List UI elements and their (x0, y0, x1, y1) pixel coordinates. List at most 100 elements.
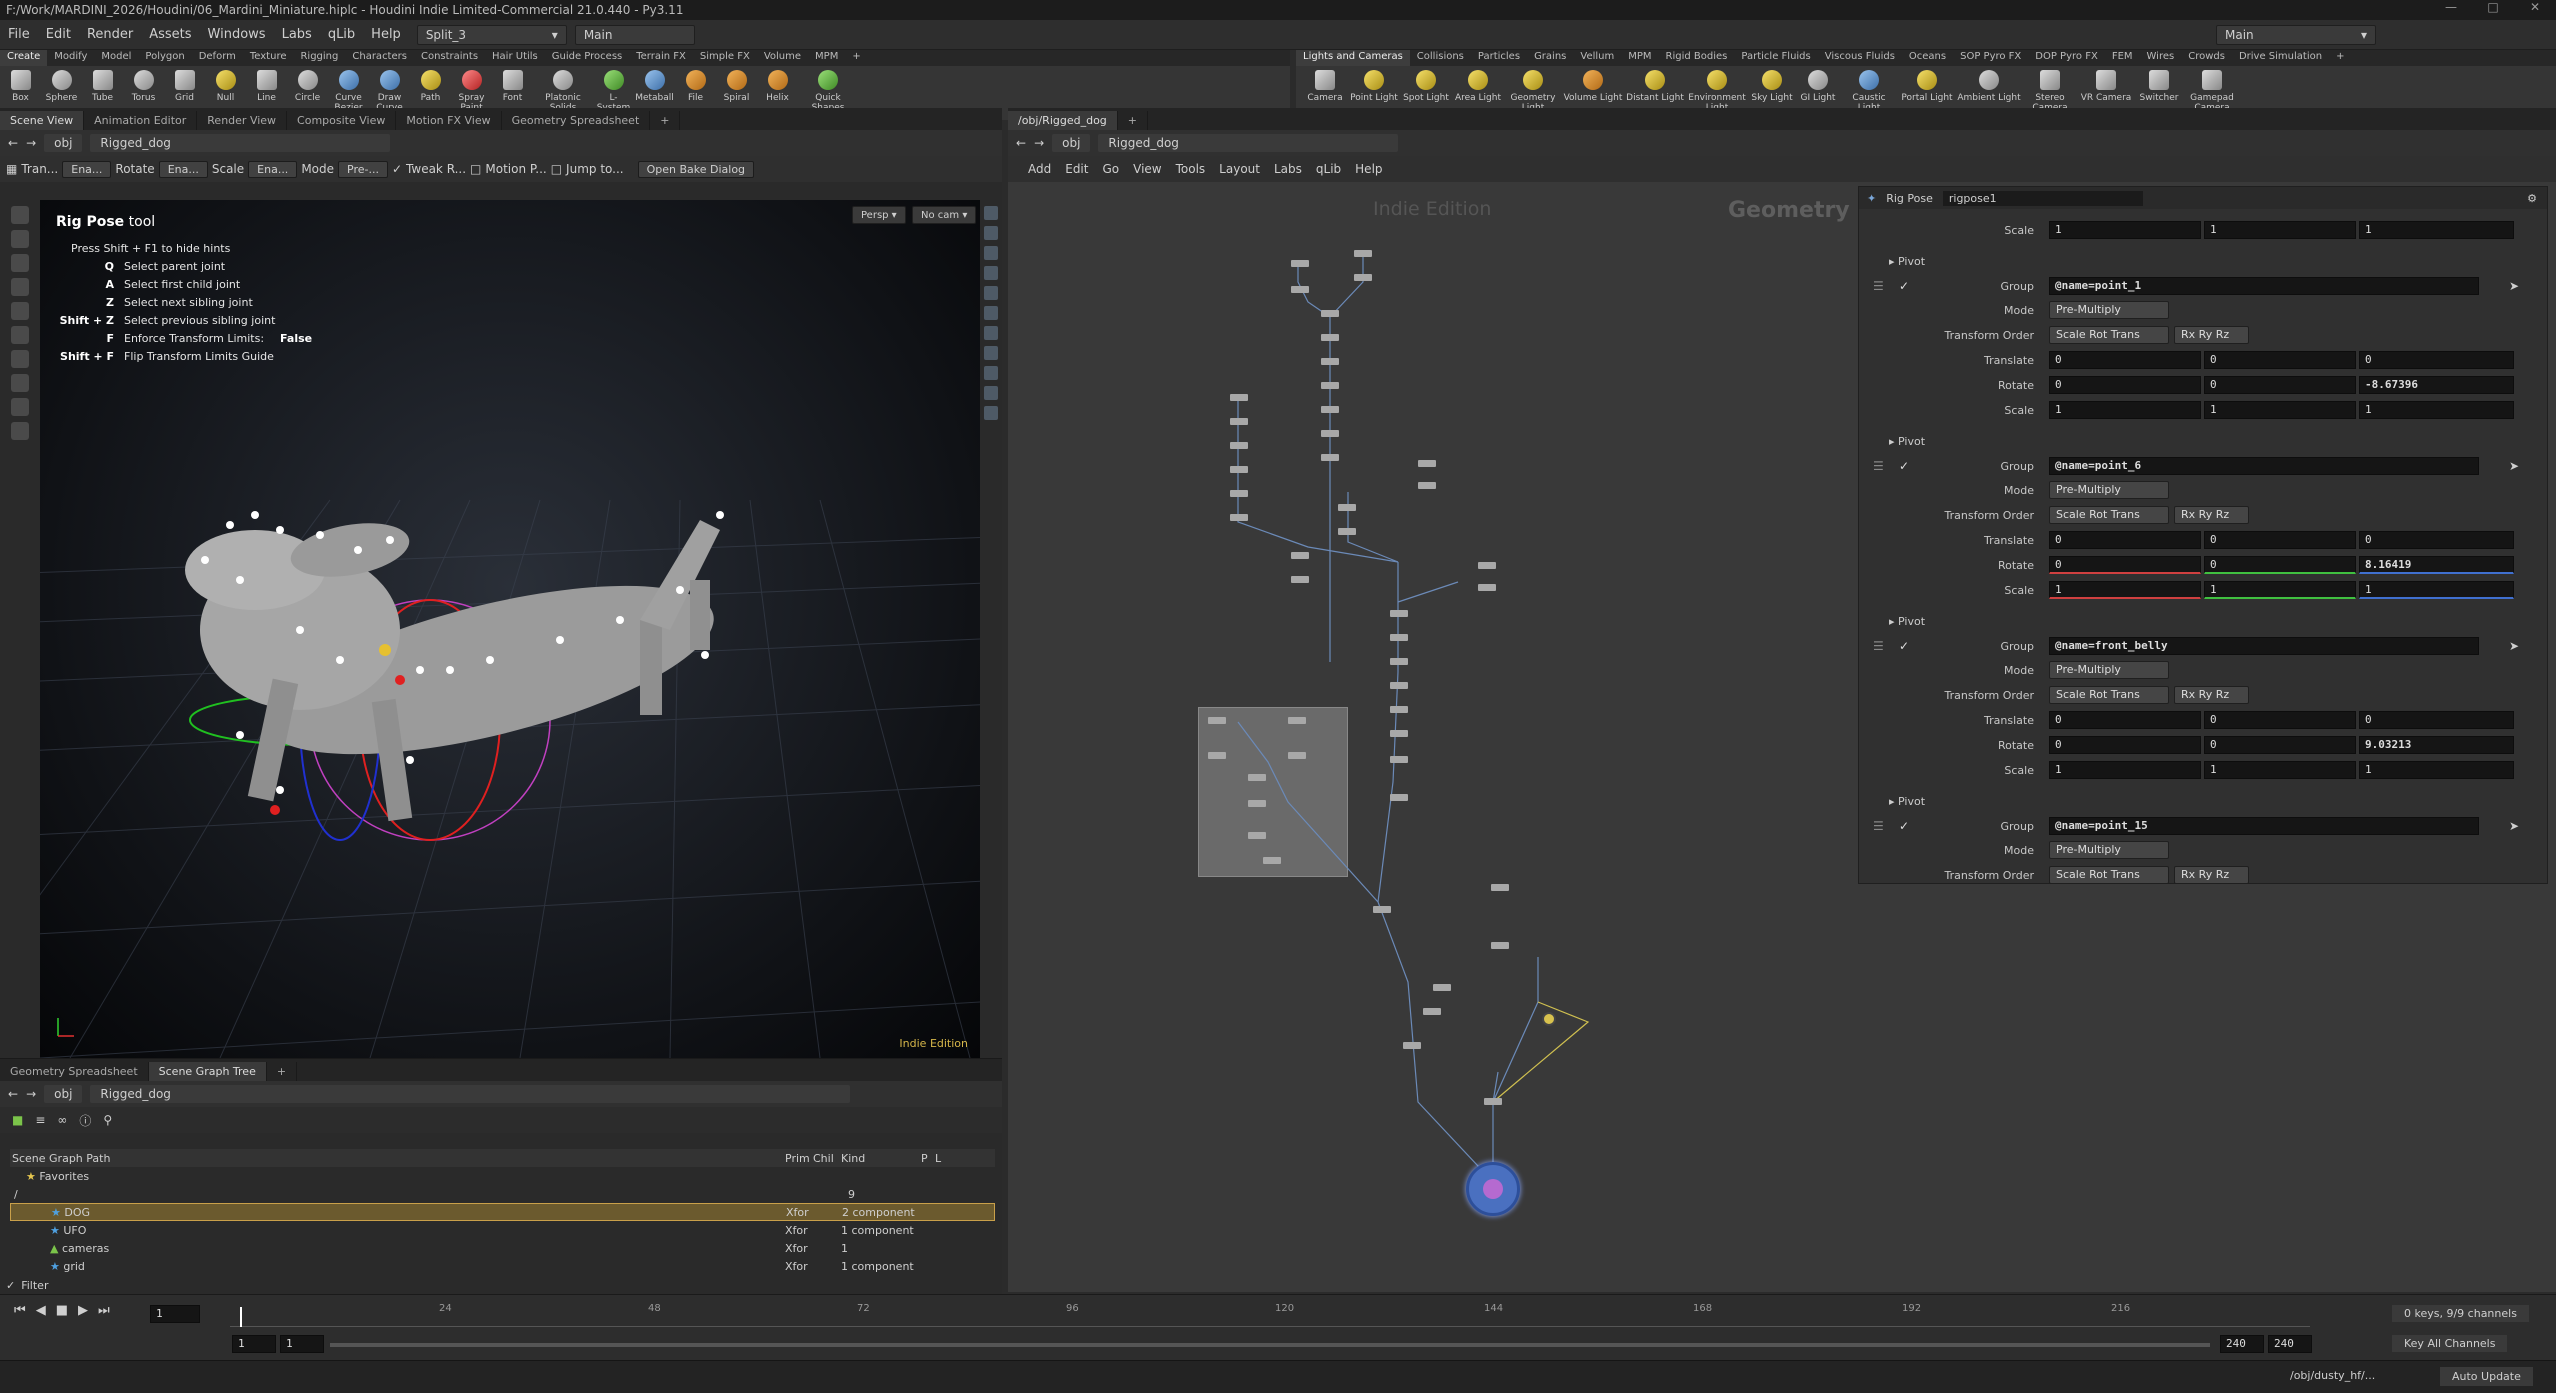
null-node[interactable] (1542, 1012, 1556, 1026)
rotate-order-menu[interactable]: Rx Ry Rz (2174, 506, 2249, 524)
tab-geometry-spreadsheet[interactable]: Geometry Spreadsheet (0, 1062, 149, 1081)
node-name-field[interactable]: rigpose1 (1942, 190, 2143, 206)
group-field[interactable]: @name=point_6 (2049, 457, 2479, 475)
light-icon[interactable] (984, 386, 998, 400)
shelf-tab[interactable]: Rigid Bodies (1659, 50, 1735, 66)
scale-y-field[interactable]: 1 (2204, 761, 2356, 779)
shelf-tab[interactable]: Simple FX (693, 50, 757, 66)
group-field[interactable]: @name=front_belly (2049, 637, 2479, 655)
range-end-field[interactable]: 240 (2220, 1335, 2264, 1353)
stop-icon[interactable]: ■ (56, 1303, 68, 1318)
info-icon[interactable] (984, 406, 998, 420)
network-node[interactable] (1321, 406, 1339, 413)
tool-camera[interactable]: Camera (1302, 70, 1348, 103)
network-node[interactable] (1321, 358, 1339, 365)
select-arrow-icon[interactable]: ➤ (2509, 279, 2519, 293)
tool-metaball[interactable]: Metaball (634, 70, 675, 103)
range-start2-field[interactable]: 1 (280, 1335, 324, 1353)
open-bake-dialog-button[interactable]: Open Bake Dialog (637, 160, 755, 178)
tool-line[interactable]: Line (246, 70, 287, 103)
scale-y-field[interactable]: 1 (2204, 581, 2356, 599)
scene-graph-icon[interactable]: ■ (12, 1113, 23, 1127)
mode-dropdown[interactable]: Pre-... (338, 160, 388, 178)
network-node[interactable] (1390, 730, 1408, 737)
rotate-z-field[interactable]: 9.03213 (2359, 736, 2514, 754)
shelf-tab[interactable]: Guide Process (545, 50, 629, 66)
network-menu-labs[interactable]: Labs (1274, 162, 1302, 176)
search-icon[interactable]: ⚲ (103, 1113, 112, 1127)
tool-helix[interactable]: Helix (757, 70, 798, 103)
tab-geometry-spreadsheet[interactable]: Geometry Spreadsheet (502, 111, 651, 130)
scale-z-field[interactable]: 1 (2359, 581, 2514, 599)
translate-x-field[interactable]: 0 (2049, 711, 2201, 729)
tool-grid[interactable]: Grid (164, 70, 205, 103)
guides-icon[interactable] (984, 346, 998, 360)
network-node[interactable] (1248, 800, 1266, 807)
scale-x-field[interactable]: 1 (2049, 401, 2201, 419)
shelf-tab[interactable]: Constraints (414, 50, 485, 66)
tool-geometry-light[interactable]: Geometry Light (1504, 70, 1562, 113)
tool-null[interactable]: Null (205, 70, 246, 103)
display-option-icon[interactable] (984, 206, 998, 220)
tool-lsystem[interactable]: L-System (593, 70, 634, 113)
back-icon[interactable]: ← (1016, 136, 1026, 150)
scale-enable-dropdown[interactable]: Ena... (248, 160, 298, 178)
tool-caustic-light[interactable]: Caustic Light (1840, 70, 1898, 113)
tool-distant-light[interactable]: Distant Light (1624, 70, 1686, 103)
shelf-tab[interactable]: Characters (345, 50, 414, 66)
transform-order-menu[interactable]: Scale Rot Trans (2049, 686, 2169, 704)
network-node[interactable] (1291, 576, 1309, 583)
mode-menu[interactable]: Pre-Multiply (2049, 841, 2169, 859)
scale-z-field[interactable]: 1 (2359, 221, 2514, 239)
select-arrow-icon[interactable]: ➤ (2509, 819, 2519, 833)
menu-help[interactable]: Help (363, 27, 409, 42)
table-row[interactable]: ★ DOG Xfor 2 component (10, 1203, 995, 1221)
shelf-tab[interactable]: Texture (243, 50, 294, 66)
forward-icon[interactable]: → (1034, 136, 1044, 150)
shelf-tab[interactable]: Hair Utils (485, 50, 545, 66)
network-node[interactable] (1373, 906, 1391, 913)
network-node[interactable] (1390, 706, 1408, 713)
network-menu-tools[interactable]: Tools (1176, 162, 1206, 176)
step-back-icon[interactable]: ◀ (36, 1303, 46, 1318)
view-tool-icon[interactable] (11, 350, 29, 368)
output-node[interactable] (1466, 1162, 1520, 1216)
tweak-checkbox[interactable]: ✓ (392, 162, 402, 176)
network-node[interactable] (1354, 250, 1372, 257)
network-menu-edit[interactable]: Edit (1065, 162, 1088, 176)
shelf-tab[interactable]: Deform (192, 50, 243, 66)
select-tool-icon[interactable] (11, 206, 29, 224)
tab-scene-view[interactable]: Scene View (0, 111, 85, 130)
forward-icon[interactable]: → (26, 1087, 36, 1101)
network-node[interactable] (1248, 774, 1266, 781)
camera-menu[interactable]: No cam ▾ (912, 206, 977, 224)
maximize-icon[interactable]: □ (2472, 0, 2514, 14)
network-node[interactable] (1230, 490, 1248, 497)
tool-gi-light[interactable]: GI Light (1796, 70, 1840, 103)
transform-order-menu[interactable]: Scale Rot Trans (2049, 326, 2169, 344)
tab-animation-editor[interactable]: Animation Editor (84, 111, 198, 130)
pose-tool-icon[interactable] (11, 302, 29, 320)
tool-path[interactable]: Path (410, 70, 451, 103)
add-tab-icon[interactable]: + (267, 1062, 298, 1081)
tool-point-light[interactable]: Point Light (1348, 70, 1400, 103)
shelf-tab[interactable]: Viscous Fluids (1818, 50, 1902, 66)
scale-x-field[interactable]: 1 (2049, 221, 2201, 239)
tool-environment-light[interactable]: Environment Light (1686, 70, 1748, 113)
group-field[interactable]: @name=point_15 (2049, 817, 2479, 835)
rotate-order-menu[interactable]: Rx Ry Rz (2174, 866, 2249, 883)
scale-z-field[interactable]: 1 (2359, 401, 2514, 419)
translate-z-field[interactable]: 0 (2359, 531, 2514, 549)
shelf-tab[interactable]: MPM (808, 50, 845, 66)
network-node[interactable] (1288, 717, 1306, 724)
mode-menu[interactable]: Pre-Multiply (2049, 661, 2169, 679)
skip-end-icon[interactable]: ⏭ (98, 1303, 110, 1318)
rotate-x-field[interactable]: 0 (2049, 376, 2201, 394)
root-row[interactable]: /9 (10, 1185, 995, 1203)
scale-tool-icon[interactable] (11, 278, 29, 296)
network-menu-qlib[interactable]: qLib (1316, 162, 1341, 176)
network-node[interactable] (1478, 562, 1496, 569)
tool-vr-camera[interactable]: VR Camera (2078, 70, 2134, 103)
network-node[interactable] (1291, 286, 1309, 293)
tool-platonic[interactable]: Platonic Solids (533, 70, 593, 113)
